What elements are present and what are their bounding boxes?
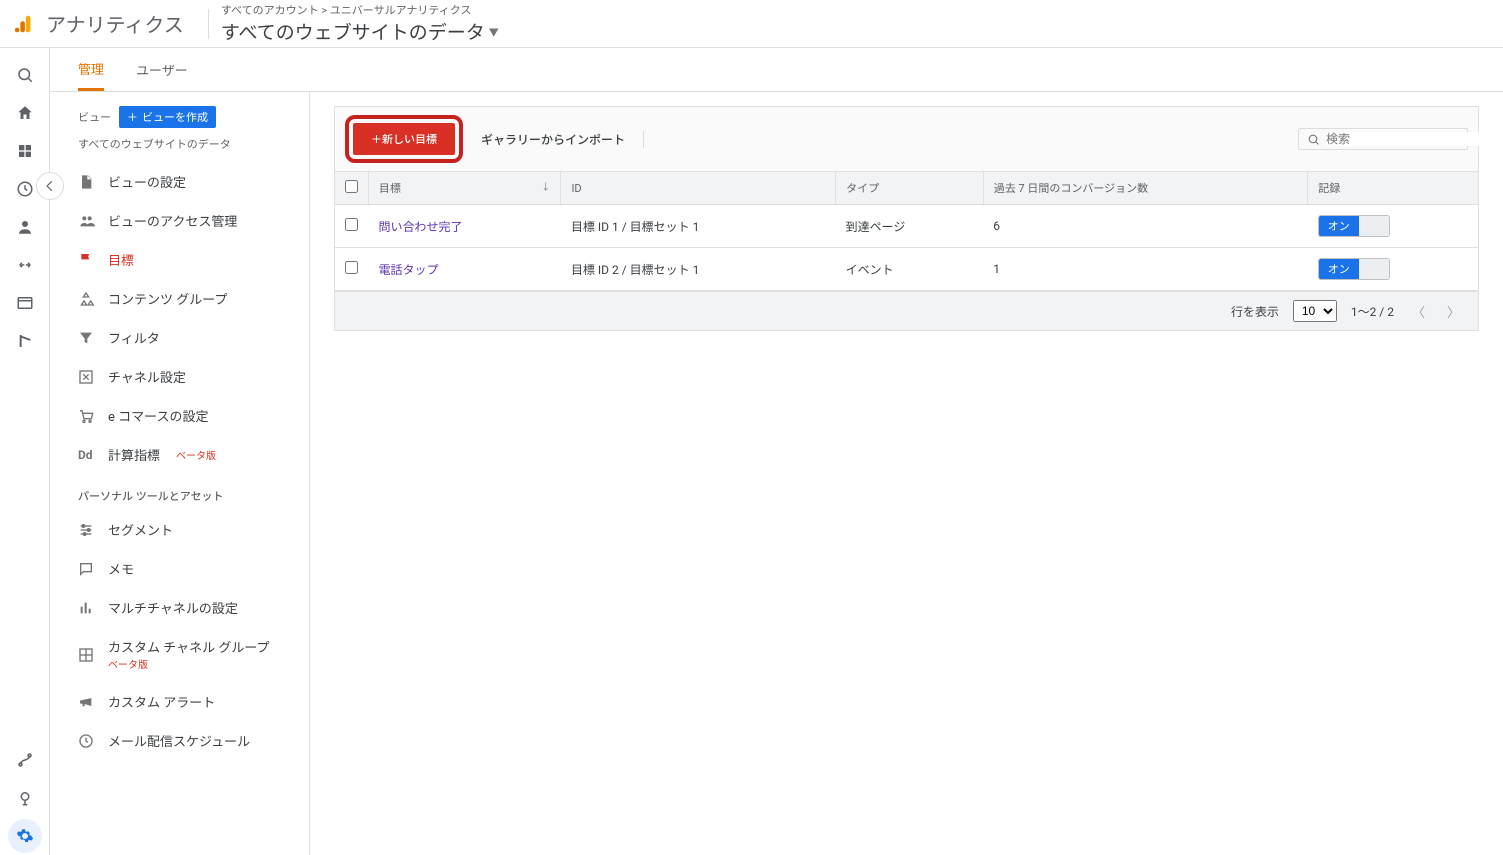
tab-admin[interactable]: 管理 [78, 48, 104, 91]
goal-link[interactable]: 問い合わせ完了 [379, 220, 463, 234]
schedule-icon [78, 733, 96, 749]
app-name: アナリティクス [46, 9, 184, 38]
cell-id: 目標 ID 2 / 目標セット 1 [561, 248, 836, 291]
recording-toggle[interactable]: オン [1318, 258, 1390, 280]
recording-toggle[interactable]: オン [1318, 215, 1390, 237]
nav-content-groups[interactable]: コンテンツ グループ [50, 279, 309, 318]
content-group-icon [78, 291, 96, 307]
people-icon [78, 213, 96, 229]
new-goal-button[interactable]: ＋新しい目標 [353, 123, 455, 155]
page-size-select[interactable]: 10 [1293, 300, 1337, 322]
nav-custom-channel-group[interactable]: カスタム チャネル グループ ベータ版 [50, 627, 309, 682]
goal-link[interactable]: 電話タップ [379, 263, 439, 277]
import-from-gallery-link[interactable]: ギャラリーからインポート [481, 131, 644, 148]
pager-next-icon[interactable]: 〉 [1443, 302, 1464, 321]
table-row: 問い合わせ完了 目標 ID 1 / 目標セット 1 到達ページ 6 オン [335, 205, 1478, 248]
cell-type: 到達ページ [836, 205, 984, 248]
acquisition-icon[interactable] [8, 248, 42, 282]
goals-toolbar: ＋新しい目標 ギャラリーからインポート [335, 107, 1478, 172]
flag-icon [78, 252, 96, 268]
goals-table: 目標↓ ID タイプ 過去 7 日間のコンバージョン数 記録 問い合わせ完了 [335, 172, 1478, 291]
megaphone-icon [78, 694, 96, 710]
col-id[interactable]: ID [561, 172, 836, 205]
table-row: 電話タップ 目標 ID 2 / 目標セット 1 イベント 1 オン [335, 248, 1478, 291]
nav-filters[interactable]: フィルタ [50, 318, 309, 357]
pager-prev-icon[interactable]: 〈 [1408, 302, 1429, 321]
beta-badge: ベータ版 [176, 447, 216, 462]
attribution-icon[interactable] [8, 743, 42, 777]
pager-rows-label: 行を表示 [1231, 303, 1279, 320]
beta-badge: ベータ版 [108, 660, 148, 671]
goals-card: ＋新しい目標 ギャラリーからインポート 目標 [334, 106, 1479, 331]
view-title: すべてのウェブサイトのデータ [221, 18, 485, 45]
breadcrumb: すべてのアカウント > ユニバーサルアナリティクス [221, 2, 499, 18]
pager: 行を表示 10 1～2 / 2 〈 〉 [335, 291, 1478, 330]
home-icon[interactable] [8, 96, 42, 130]
select-all-checkbox[interactable] [345, 180, 358, 193]
back-button[interactable] [36, 172, 64, 200]
col-type[interactable]: タイプ [836, 172, 984, 205]
search-icon[interactable] [8, 58, 42, 92]
sort-down-icon: ↓ [541, 180, 550, 193]
cell-type: イベント [836, 248, 984, 291]
nav-calc-metrics[interactable]: Dd 計算指標 ベータ版 [50, 435, 309, 474]
bars-icon [78, 600, 96, 616]
segments-icon [78, 522, 96, 538]
conversions-icon[interactable] [8, 324, 42, 358]
create-view-button[interactable]: ＋ ビューを作成 [119, 106, 216, 128]
view-column-subtitle: すべてのウェブサイトのデータ [50, 136, 309, 162]
behavior-icon[interactable] [8, 286, 42, 320]
dashboard-icon[interactable] [8, 134, 42, 168]
search-box[interactable] [1298, 128, 1468, 150]
account-selector[interactable]: すべてのアカウント > ユニバーサルアナリティクス すべてのウェブサイトのデータ… [221, 2, 499, 45]
view-column-label: ビュー [78, 109, 111, 125]
filter-icon [78, 330, 96, 346]
nav-channel-settings[interactable]: チャネル設定 [50, 357, 309, 396]
channel-icon [78, 369, 96, 385]
row-checkbox[interactable] [345, 218, 358, 231]
col-goal[interactable]: 目標↓ [369, 172, 561, 205]
cell-conv: 1 [983, 248, 1308, 291]
goals-main: ＋新しい目標 ギャラリーからインポート 目標 [310, 92, 1503, 855]
cell-conv: 6 [983, 205, 1308, 248]
divider [208, 9, 209, 39]
left-rail [0, 48, 50, 855]
nav-custom-alerts[interactable]: カスタム アラート [50, 682, 309, 721]
audience-icon[interactable] [8, 210, 42, 244]
nav-multichannel[interactable]: マルチチャネルの設定 [50, 588, 309, 627]
col-conversions[interactable]: 過去 7 日間のコンバージョン数 [983, 172, 1308, 205]
nav-mail-schedule[interactable]: メール配信スケジュール [50, 721, 309, 760]
cell-id: 目標 ID 1 / 目標セット 1 [561, 205, 836, 248]
dd-icon: Dd [78, 448, 96, 462]
plus-icon: ＋ [127, 109, 138, 125]
nav-access-management[interactable]: ビューのアクセス管理 [50, 201, 309, 240]
chevron-down-icon: ▼ [489, 24, 499, 39]
top-bar: アナリティクス すべてのアカウント > ユニバーサルアナリティクス すべてのウェ… [0, 0, 1503, 48]
nav-goals[interactable]: 目標 [50, 240, 309, 279]
search-icon [1307, 133, 1320, 146]
nav-view-settings[interactable]: ビューの設定 [50, 162, 309, 201]
tab-user[interactable]: ユーザー [136, 48, 188, 91]
nav-notes[interactable]: メモ [50, 549, 309, 588]
discover-icon[interactable] [8, 781, 42, 815]
pager-range: 1～2 / 2 [1351, 303, 1394, 320]
document-icon [78, 174, 96, 190]
view-column: ビュー ＋ ビューを作成 すべてのウェブサイトのデータ ビューの設定 ビューのア… [50, 92, 310, 855]
row-checkbox[interactable] [345, 261, 358, 274]
nav-segments[interactable]: セグメント [50, 510, 309, 549]
grid-icon [78, 647, 96, 663]
analytics-logo-icon [8, 8, 40, 40]
admin-gear-icon[interactable] [8, 819, 42, 853]
col-recording[interactable]: 記録 [1308, 172, 1478, 205]
admin-tabbar: 管理 ユーザー [50, 48, 1503, 92]
personal-section-header: パーソナル ツールとアセット [50, 474, 309, 510]
cart-icon [78, 408, 96, 424]
nav-ecommerce[interactable]: e コマースの設定 [50, 396, 309, 435]
new-goal-highlight: ＋新しい目標 [345, 115, 463, 163]
note-icon [78, 561, 96, 577]
search-input[interactable] [1326, 132, 1481, 146]
